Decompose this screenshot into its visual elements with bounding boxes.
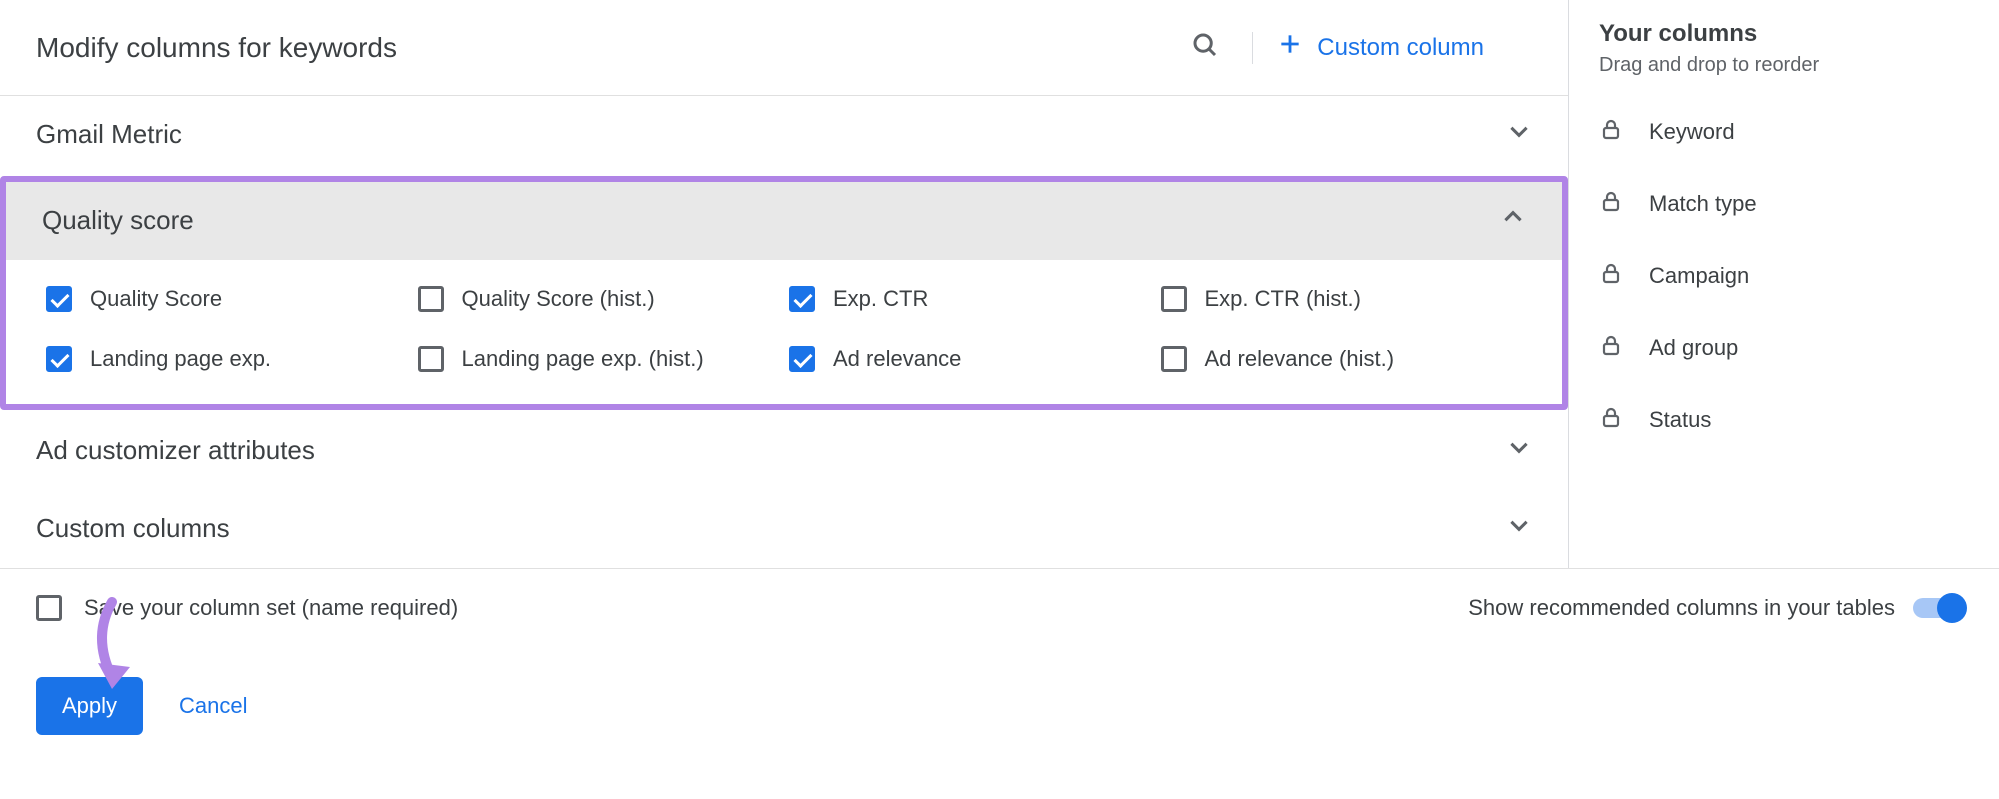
column-option[interactable]: Quality Score: [46, 286, 408, 312]
column-option[interactable]: Ad relevance (hist.): [1161, 346, 1523, 372]
option-label: Exp. CTR (hist.): [1205, 286, 1361, 312]
sidebar-item-label: Keyword: [1649, 119, 1735, 145]
category-label: Custom columns: [36, 513, 1506, 544]
recommended-toggle-label: Show recommended columns in your tables: [1468, 595, 1895, 621]
category-ad-customizer[interactable]: Ad customizer attributes: [0, 412, 1568, 490]
recommended-toggle[interactable]: [1913, 598, 1963, 618]
option-label: Exp. CTR: [833, 286, 928, 312]
header: Modify columns for keywords Custom colum…: [0, 0, 1568, 96]
apply-button[interactable]: Apply: [36, 677, 143, 735]
plus-icon: [1277, 31, 1303, 64]
category-label: Quality score: [42, 205, 1500, 236]
sidebar-title: Your columns: [1599, 20, 1969, 48]
category-gmail-metric[interactable]: Gmail Metric: [0, 96, 1568, 174]
option-label: Landing page exp. (hist.): [462, 346, 704, 372]
option-checkbox[interactable]: [418, 346, 444, 372]
sidebar-item[interactable]: Status: [1599, 405, 1969, 435]
custom-column-button[interactable]: Custom column: [1277, 31, 1532, 64]
option-checkbox[interactable]: [789, 286, 815, 312]
quality-score-highlight: Quality score Quality ScoreQuality Score…: [0, 176, 1568, 410]
option-label: Ad relevance: [833, 346, 961, 372]
sidebar-item[interactable]: Ad group: [1599, 333, 1969, 363]
page-title: Modify columns for keywords: [36, 32, 1182, 64]
lock-icon: [1599, 189, 1623, 219]
category-custom-columns[interactable]: Custom columns: [0, 490, 1568, 568]
column-option[interactable]: Landing page exp. (hist.): [418, 346, 780, 372]
chevron-down-icon: [1506, 118, 1532, 151]
option-checkbox[interactable]: [46, 346, 72, 372]
your-columns-sidebar: Your columns Drag and drop to reorder Ke…: [1569, 0, 1999, 568]
sidebar-item-label: Match type: [1649, 191, 1757, 217]
sidebar-list: Keyword Match type Campaign Ad group: [1599, 117, 1969, 435]
option-checkbox[interactable]: [1161, 286, 1187, 312]
column-option[interactable]: Exp. CTR (hist.): [1161, 286, 1523, 312]
option-label: Ad relevance (hist.): [1205, 346, 1395, 372]
option-label: Quality Score: [90, 286, 222, 312]
lock-icon: [1599, 117, 1623, 147]
lock-icon: [1599, 405, 1623, 435]
save-set-checkbox[interactable]: [36, 595, 62, 621]
option-checkbox[interactable]: [1161, 346, 1187, 372]
divider: [1252, 32, 1253, 64]
save-set-label: Save your column set (name required): [84, 595, 458, 621]
sidebar-item[interactable]: Campaign: [1599, 261, 1969, 291]
cancel-button[interactable]: Cancel: [179, 693, 247, 719]
option-checkbox[interactable]: [789, 346, 815, 372]
quality-score-options: Quality Score Quality Score (hist.) Exp. C…: [6, 260, 1562, 404]
sidebar-item-label: Campaign: [1649, 263, 1749, 289]
sidebar-item-label: Status: [1649, 407, 1711, 433]
option-checkbox[interactable]: [418, 286, 444, 312]
lock-icon: [1599, 333, 1623, 363]
search-icon[interactable]: [1182, 22, 1228, 73]
custom-column-label: Custom column: [1317, 34, 1484, 62]
chevron-up-icon: [1500, 204, 1526, 237]
sidebar-subtitle: Drag and drop to reorder: [1599, 54, 1969, 77]
column-option[interactable]: Ad relevance: [789, 346, 1151, 372]
chevron-down-icon: [1506, 512, 1532, 545]
footer: Save your column set (name required) App…: [0, 568, 1999, 775]
lock-icon: [1599, 261, 1623, 291]
chevron-down-icon: [1506, 434, 1532, 467]
category-label: Ad customizer attributes: [36, 435, 1506, 466]
apply-label: Apply: [62, 693, 117, 718]
column-option[interactable]: Landing page exp.: [46, 346, 408, 372]
column-option[interactable]: Quality Score (hist.): [418, 286, 780, 312]
sidebar-item[interactable]: Match type: [1599, 189, 1969, 219]
option-label: Landing page exp.: [90, 346, 271, 372]
option-checkbox[interactable]: [46, 286, 72, 312]
sidebar-item[interactable]: Keyword: [1599, 117, 1969, 147]
column-option[interactable]: Exp. CTR: [789, 286, 1151, 312]
category-label: Gmail Metric: [36, 119, 1506, 150]
category-quality-score[interactable]: Quality score: [6, 182, 1562, 260]
option-label: Quality Score (hist.): [462, 286, 655, 312]
sidebar-item-label: Ad group: [1649, 335, 1738, 361]
